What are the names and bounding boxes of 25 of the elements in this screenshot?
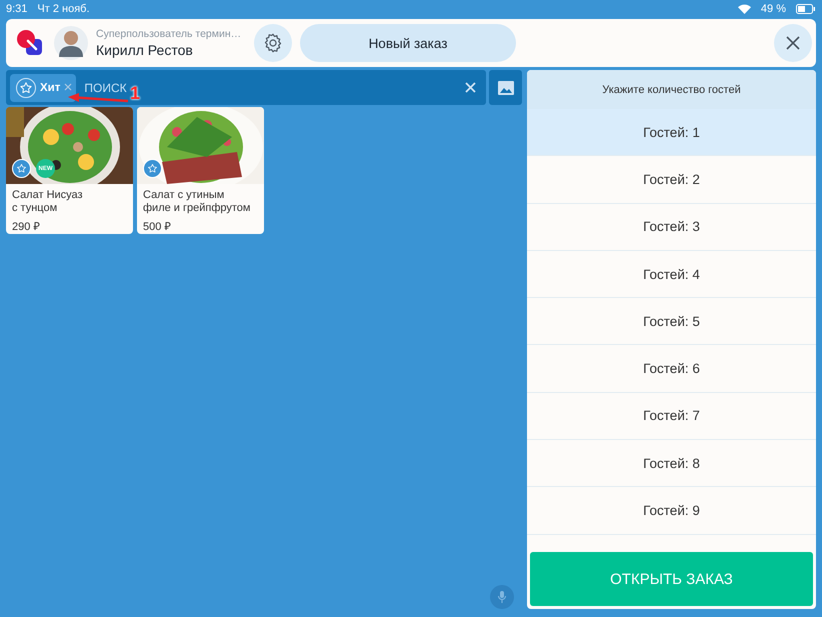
guest-panel-title: Укажите количество гостей bbox=[527, 70, 816, 109]
status-date: Чт 2 нояб. bbox=[37, 2, 90, 14]
microphone-icon bbox=[498, 591, 506, 603]
guest-count-option[interactable]: Гостей: 1 bbox=[527, 109, 816, 156]
battery-icon bbox=[796, 4, 816, 14]
status-time: 9:31 bbox=[6, 2, 28, 14]
image-toggle-button[interactable] bbox=[489, 70, 522, 105]
product-price: 500 ₽ bbox=[143, 220, 172, 233]
battery-level: 49 % bbox=[760, 2, 786, 14]
user-role: Суперпользователь термин… bbox=[96, 28, 242, 40]
close-button[interactable] bbox=[774, 24, 812, 62]
avatar bbox=[54, 26, 88, 60]
settings-button[interactable] bbox=[254, 24, 292, 62]
product-name: Салат Нисуаз с тунцом bbox=[12, 189, 84, 214]
product-name: Салат с утиным филе и грейпфрутом bbox=[143, 189, 252, 214]
annotation-number: 1 bbox=[130, 84, 140, 102]
product-card[interactable]: Салат с утиным филе и грейпфрутом 500 ₽ bbox=[137, 107, 264, 234]
user-name: Кирилл Рестов bbox=[96, 42, 194, 58]
annotation-arrow bbox=[68, 93, 128, 102]
close-icon bbox=[786, 36, 800, 50]
new-order-button[interactable]: Новый заказ bbox=[300, 24, 516, 62]
product-price: 290 ₽ bbox=[12, 220, 40, 233]
settings-icon bbox=[262, 32, 284, 54]
image-icon bbox=[498, 80, 514, 94]
wifi-icon bbox=[738, 4, 751, 14]
